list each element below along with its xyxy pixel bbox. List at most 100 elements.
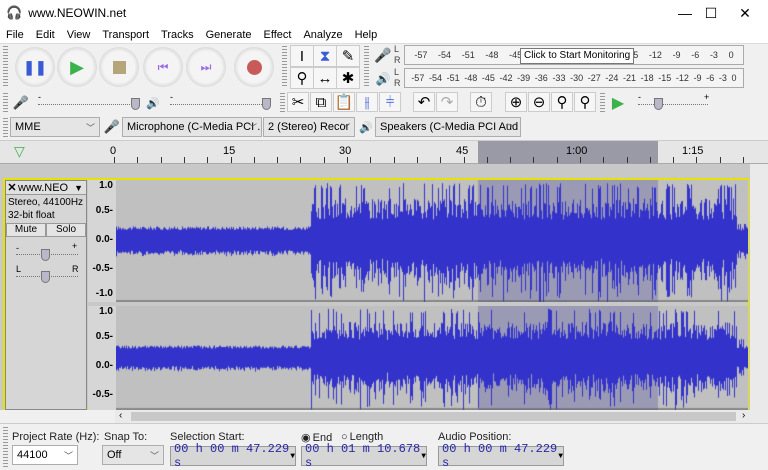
snap-to-label: Snap To: xyxy=(104,431,148,443)
ruler-tick xyxy=(440,157,441,163)
playback-meter[interactable]: -57 -54 -51 -48 -45 -42 -39 -36 -33 -30 -27 -24 -21-… xyxy=(404,68,744,88)
timeline-ruler[interactable]: ▽ 0 15 30 45 1:00 1:15 xyxy=(0,140,768,164)
close-button[interactable]: ✕ xyxy=(722,0,768,26)
toolbar-grip[interactable] xyxy=(280,93,285,113)
slider-thumb[interactable] xyxy=(41,249,50,261)
play-button[interactable]: ▶ xyxy=(57,47,97,87)
audio-host-value: MME xyxy=(15,121,41,133)
audio-host-select[interactable]: MME ﹀ xyxy=(10,117,100,137)
speaker-icon: 🔊 xyxy=(375,72,391,86)
menu-edit[interactable]: Edit xyxy=(30,29,61,41)
stop-button[interactable] xyxy=(99,47,139,87)
scale-label: -0.5- xyxy=(92,389,113,400)
pause-button[interactable]: ❚❚ xyxy=(15,47,55,87)
trim-button[interactable]: ⫲ xyxy=(356,92,378,112)
copy-button[interactable]: ⧉ xyxy=(310,92,332,112)
toolbar-grip[interactable] xyxy=(282,46,287,88)
skip-end-button[interactable]: ⏭ xyxy=(186,47,226,87)
waveform-right-channel[interactable] xyxy=(116,306,748,410)
ruler-tick xyxy=(627,157,628,163)
recording-device-select[interactable]: Microphone (C-Media PCI . ﹀ xyxy=(122,117,262,137)
menu-generate[interactable]: Generate xyxy=(200,29,258,41)
slider-thumb[interactable] xyxy=(41,271,50,283)
trim-icon: ⫲ xyxy=(364,93,370,111)
track-bit-depth: 32-bit float xyxy=(8,210,55,221)
ibeam-icon: I xyxy=(299,47,305,65)
scrollbar-thumb[interactable] xyxy=(131,412,736,421)
track-menu-chevron-icon[interactable]: ▼ xyxy=(74,183,86,193)
meter-tick-label: -57 xyxy=(411,73,425,83)
ruler-tick xyxy=(720,157,721,163)
slider-thumb[interactable] xyxy=(262,98,271,110)
menu-effect[interactable]: Effect xyxy=(258,29,298,41)
solo-button[interactable]: Solo xyxy=(46,223,86,237)
ruler-label: 30 xyxy=(339,145,352,157)
cut-button[interactable]: ✂ xyxy=(287,92,309,112)
vertical-scrollbar[interactable] xyxy=(750,164,768,410)
envelope-tool[interactable]: ⧗ xyxy=(313,45,337,67)
audio-position-field[interactable]: 00 h 00 m 47.229 s ▼ xyxy=(438,442,564,470)
silence-button[interactable]: ⫩ xyxy=(379,92,401,112)
horizontal-scrollbar[interactable]: ‹ › xyxy=(115,410,768,423)
vertical-scale[interactable]: 1.0 0.5- 0.0- -0.5- xyxy=(88,306,116,410)
fit-project-button[interactable]: ⚲ xyxy=(574,92,596,112)
selection-start-field[interactable]: 00 h 00 m 47.229 s ▼ xyxy=(170,442,296,470)
menu-file[interactable]: File xyxy=(0,29,30,41)
undo-icon: ↶ xyxy=(417,94,431,111)
multi-tool[interactable]: ✱ xyxy=(336,67,360,89)
chevron-down-icon: ﹀ xyxy=(149,450,159,461)
track-name[interactable]: www.NEO xyxy=(18,182,74,194)
zoom-out-button[interactable]: ⊖ xyxy=(528,92,550,112)
menu-view[interactable]: View xyxy=(61,29,97,41)
zoom-in-button[interactable]: ⊕ xyxy=(505,92,527,112)
vertical-scale[interactable]: 1.0 0.5- 0.0- -0.5- -1.0 xyxy=(88,180,116,302)
scroll-right-icon[interactable]: › xyxy=(742,410,745,421)
scale-label: 0.5- xyxy=(95,331,113,342)
playback-device-select[interactable]: Speakers (C-Media PCI Aud ﹀ xyxy=(375,117,521,137)
record-button[interactable] xyxy=(234,47,274,87)
zoom-tool[interactable]: ⚲ xyxy=(290,67,314,89)
redo-button[interactable]: ↷ xyxy=(436,92,458,112)
sync-lock-button[interactable]: ⏱ xyxy=(470,92,492,112)
microphone-icon[interactable]: 🎤 xyxy=(374,46,392,64)
ruler-tick xyxy=(580,157,581,163)
playback-speed-slider[interactable] xyxy=(638,103,708,105)
toolbar-grip[interactable] xyxy=(3,46,8,88)
snap-to-select[interactable]: Off ﹀ xyxy=(102,445,164,465)
fit-selection-button[interactable]: ⚲ xyxy=(551,92,573,112)
slider-thumb[interactable] xyxy=(654,98,663,110)
recording-volume-slider[interactable] xyxy=(38,103,138,105)
meter-left-label: L xyxy=(394,67,400,77)
menu-tracks[interactable]: Tracks xyxy=(155,29,200,41)
waveform-left-channel[interactable] xyxy=(116,180,748,302)
toolbar-grip[interactable] xyxy=(364,46,369,88)
playback-volume-slider[interactable] xyxy=(170,103,270,105)
skip-start-button[interactable]: ⏮ xyxy=(143,47,183,87)
toolbar-grip[interactable] xyxy=(3,427,8,467)
redo-icon: ↷ xyxy=(440,94,454,111)
paste-button[interactable]: 📋 xyxy=(333,92,355,112)
project-rate-select[interactable]: 44100 ﹀ xyxy=(12,445,78,465)
mute-button[interactable]: Mute xyxy=(6,223,46,237)
selection-end-field[interactable]: 00 h 01 m 10.678 s ▼ xyxy=(301,442,427,470)
undo-button[interactable]: ↶ xyxy=(413,92,435,112)
speaker-icon: 🔊 xyxy=(146,97,160,110)
scale-label: -0.5- xyxy=(92,263,113,274)
play-at-speed-button[interactable]: ▶ xyxy=(608,93,628,113)
menu-analyze[interactable]: Analyze xyxy=(297,29,348,41)
close-track-icon[interactable]: ✕ xyxy=(6,181,18,194)
slider-thumb[interactable] xyxy=(131,98,140,110)
toolbar-grip[interactable] xyxy=(3,118,8,138)
scroll-left-icon[interactable]: ‹ xyxy=(119,410,122,421)
toolbar-grip[interactable] xyxy=(600,93,605,113)
menu-help[interactable]: Help xyxy=(349,29,384,41)
timeshift-tool[interactable]: ↔ xyxy=(313,67,337,89)
toolbar-grip[interactable] xyxy=(3,93,8,113)
meter-left-label: L xyxy=(394,44,400,54)
draw-tool[interactable]: ✎ xyxy=(336,45,360,67)
recording-channels-select[interactable]: 2 (Stereo) Recor ﹀ xyxy=(263,117,355,137)
play-head-triangle-icon[interactable]: ▽ xyxy=(14,143,25,160)
menu-transport[interactable]: Transport xyxy=(96,29,155,41)
selection-tool[interactable]: I xyxy=(290,45,314,67)
audio-position-value: 00 h 00 m 47.229 s xyxy=(442,442,558,470)
